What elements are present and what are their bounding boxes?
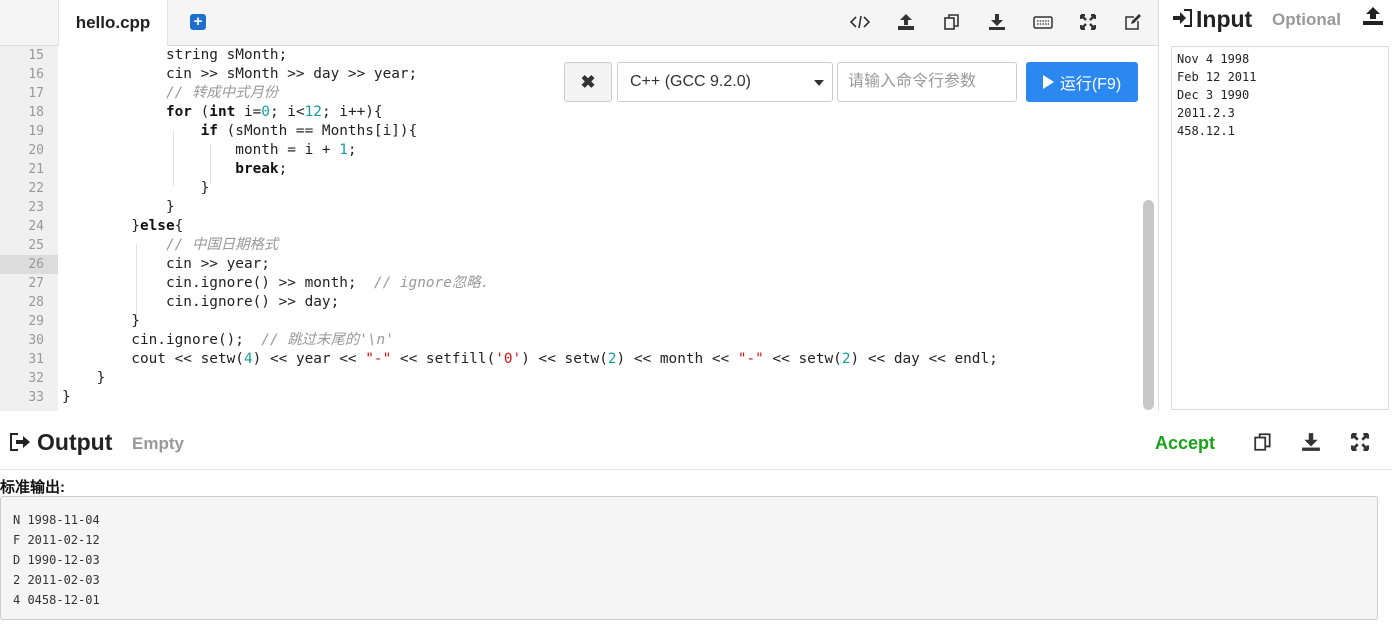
- stdin-textarea[interactable]: Nov 4 1998 Feb 12 2011 Dec 3 1990 2011.2.3 4…: [1171, 46, 1389, 410]
- line-number: 32: [28, 371, 44, 386]
- command-args-input[interactable]: [837, 62, 1017, 102]
- line-number: 25: [28, 238, 44, 253]
- language-select[interactable]: C++ (GCC 9.2.0): [617, 62, 833, 102]
- code-line-26: cin >> year;: [62, 256, 270, 272]
- output-header: Output Empty Accept: [0, 420, 1392, 464]
- stdin-line: 2011.2.3: [1177, 106, 1235, 120]
- stdin-line: Feb 12 2011: [1177, 70, 1257, 84]
- expand-icon[interactable]: [1077, 11, 1099, 33]
- copy-icon[interactable]: [1251, 430, 1275, 454]
- stdout-line: D 1990-12-03: [13, 553, 100, 567]
- language-select-value: C++ (GCC 9.2.0): [630, 73, 751, 90]
- keyboard-icon[interactable]: [1032, 11, 1054, 33]
- chevron-down-icon: [814, 80, 824, 86]
- line-number-gutter: 15 16 17 18 19 20 21 22 23 24 25 26 27 28 29 30 31 32 33: [0, 46, 58, 411]
- stdout-line: N 1998-11-04: [13, 513, 100, 527]
- line-number: 30: [28, 333, 44, 348]
- code-line-29: }: [62, 313, 140, 329]
- line-number: 16: [28, 67, 44, 82]
- stdin-line: 458.12.1: [1177, 124, 1235, 138]
- input-header: Input Optional: [1170, 0, 1392, 44]
- add-file-button[interactable]: +: [190, 14, 206, 30]
- code-line-15: string sMonth;: [62, 47, 288, 63]
- code-line-28: cin.ignore() >> day;: [62, 294, 340, 310]
- clear-button[interactable]: ✖: [564, 62, 612, 102]
- code-line-17: // 转成中式月份: [165, 85, 279, 101]
- line-number: 26: [28, 257, 44, 272]
- stdout-line: 4 0458-12-01: [13, 593, 100, 607]
- line-number: 27: [28, 276, 44, 291]
- editor-tabbar: hello.cpp +: [0, 0, 1158, 46]
- line-number: 31: [28, 352, 44, 367]
- code-line-19: if (sMonth == Months[i]){: [200, 123, 418, 139]
- line-number: 18: [28, 105, 44, 120]
- line-number: 19: [28, 124, 44, 139]
- run-button[interactable]: 运行(F9): [1026, 62, 1138, 102]
- download-icon[interactable]: [986, 11, 1008, 33]
- code-line-24: }else{: [62, 218, 184, 234]
- stdout-label: 标准输出:: [0, 479, 65, 496]
- code-line-31: cout << setw(4) << year << "-" << setfil…: [62, 351, 998, 367]
- stdin-line: Nov 4 1998: [1177, 52, 1250, 66]
- line-number: 24: [28, 219, 44, 234]
- line-number: 17: [28, 86, 44, 101]
- line-number: 23: [28, 200, 44, 215]
- stdout-line: F 2011-02-12: [13, 533, 100, 547]
- code-line-33: }: [62, 389, 71, 405]
- line-number: 29: [28, 314, 44, 329]
- code-line-30: cin.ignore(); // 跳过末尾的'\n': [62, 332, 394, 348]
- stdin-line: Dec 3 1990: [1177, 88, 1250, 102]
- line-number: 33: [28, 390, 44, 405]
- output-divider: [0, 469, 1392, 470]
- code-line-18: for (int i=0; i<12; i++){: [165, 104, 383, 120]
- copy-icon[interactable]: [941, 11, 963, 33]
- sign-out-icon: [10, 433, 30, 451]
- stdout-box: N 1998-11-04 F 2011-02-12 D 1990-12-03 2 20…: [0, 496, 1378, 620]
- accept-status: Accept: [1155, 433, 1216, 453]
- stdout-line: 2 2011-02-03: [13, 573, 100, 587]
- code-line-16: cin >> sMonth >> day >> year;: [62, 66, 418, 82]
- line-number: 15: [28, 48, 44, 63]
- line-number: 20: [28, 143, 44, 158]
- file-tab-hello-cpp[interactable]: hello.cpp: [58, 0, 168, 46]
- output-empty-label[interactable]: Empty: [132, 434, 184, 454]
- code-icon[interactable]: [849, 11, 871, 33]
- play-icon: [1042, 75, 1054, 89]
- upload-icon[interactable]: [895, 11, 917, 33]
- input-optional-label: Optional: [1272, 10, 1341, 29]
- line-number: 21: [28, 162, 44, 177]
- code-line-22: }: [62, 180, 210, 196]
- code-line-20: month = i + 1;: [62, 142, 357, 158]
- line-number: 28: [28, 295, 44, 310]
- code-line-27: cin.ignore() >> month; // ignore忽略.: [62, 275, 490, 291]
- sign-in-icon: [1173, 9, 1192, 27]
- code-line-21: break;: [235, 161, 288, 177]
- run-button-label: 运行(F9): [1059, 76, 1122, 93]
- editor-scrollbar[interactable]: [1143, 200, 1154, 410]
- output-title: Output: [37, 429, 113, 455]
- expand-icon[interactable]: [1348, 430, 1372, 454]
- upload-icon[interactable]: [1362, 6, 1384, 26]
- input-title: Input: [1196, 6, 1253, 32]
- download-icon[interactable]: [1299, 430, 1323, 454]
- code-line-25: // 中国日期格式: [165, 237, 279, 253]
- line-number: 22: [28, 181, 44, 196]
- edit-icon[interactable]: [1122, 11, 1144, 33]
- code-line-32: }: [62, 370, 106, 386]
- code-line-23: }: [62, 199, 175, 215]
